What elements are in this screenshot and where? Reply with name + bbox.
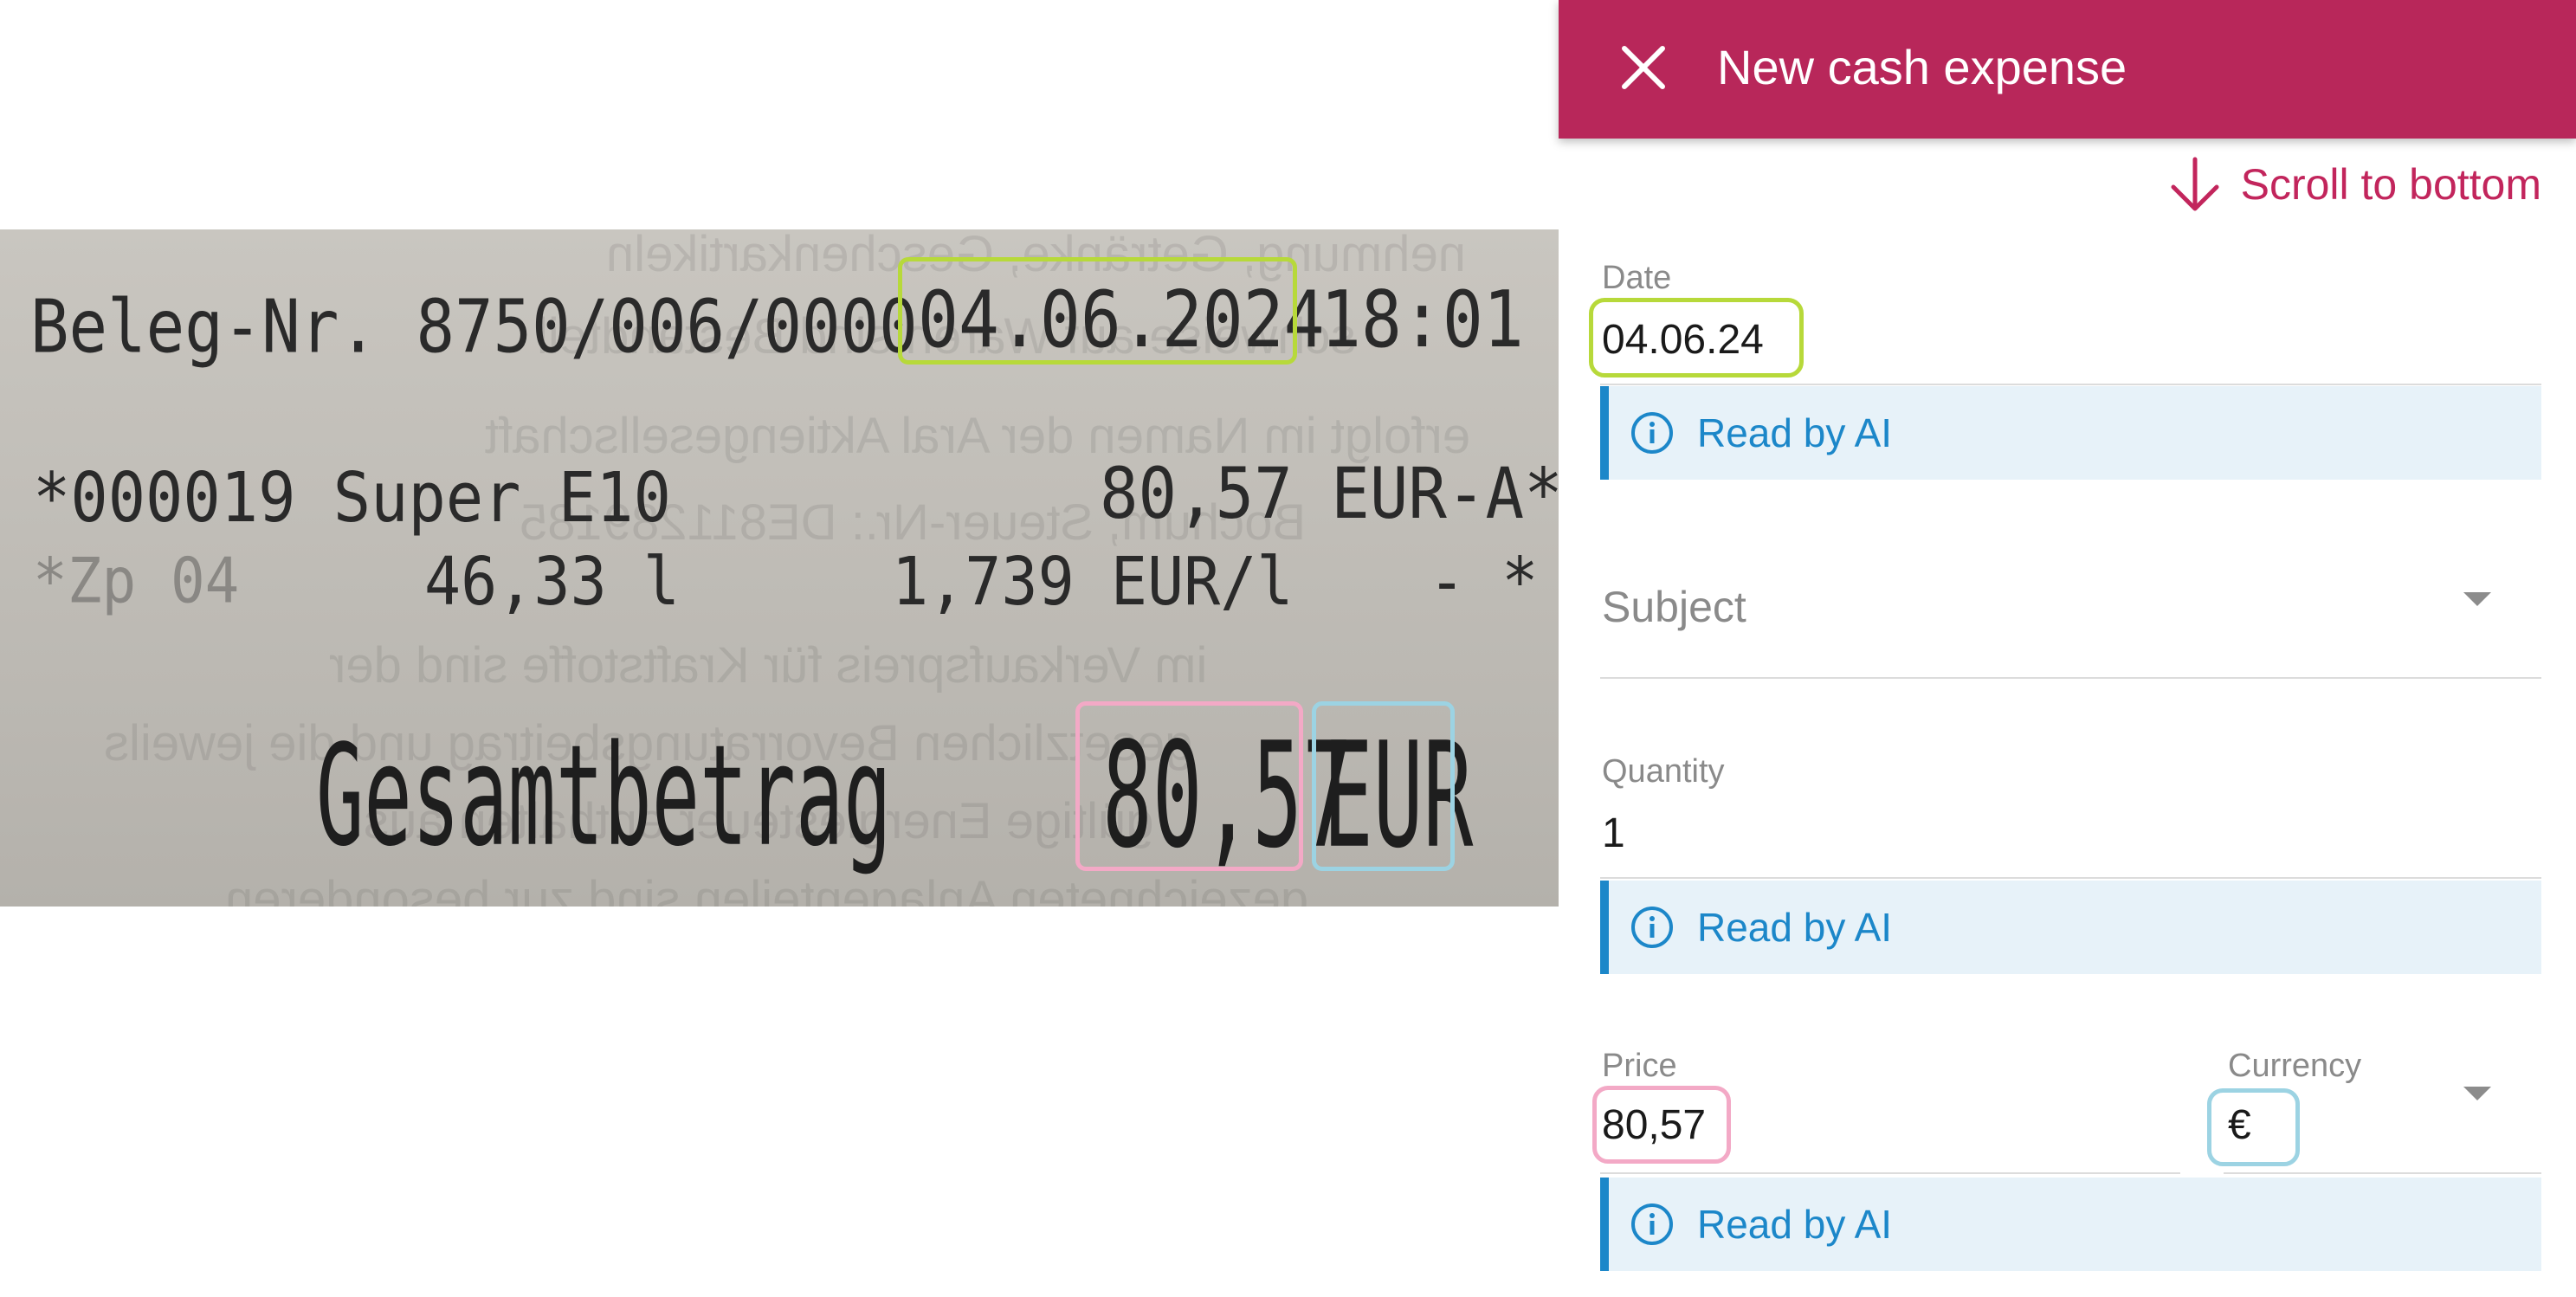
screen: nehmung, Getränke, Geschenkartikeln schw… [0,0,2576,1297]
subject-select[interactable]: Subject [1602,582,1746,632]
receipt-litres: 46,33 l [424,542,681,621]
price-underline [1600,1172,2180,1174]
receipt-time: 18:01 [1320,275,1524,365]
chevron-down-icon[interactable] [2463,592,2491,606]
date-ai-text: Read by AI [1697,410,1893,455]
receipt-item: *000019 Super E10 [33,457,671,538]
currency-underline [2224,1172,2541,1174]
date-highlight [898,257,1297,365]
receipt-total-label: Gesamtbetrag [316,715,892,878]
currency-field-highlight [2207,1088,2300,1166]
quantity-ai-text: Read by AI [1697,905,1893,950]
info-icon [1631,907,1673,948]
arrow-down-icon [2171,157,2219,211]
expense-form-panel: New cash expense Scroll to bottom Date 0… [1559,0,2576,1297]
date-field-highlight [1589,298,1804,377]
currency-label: Currency [2228,1048,2362,1084]
date-underline [1600,384,2541,385]
price-ai-note: Read by AI [1600,1178,2541,1271]
page-title: New cash expense [1717,40,2127,94]
scroll-to-bottom-link[interactable]: Scroll to bottom [2168,154,2541,215]
price-field-highlight [1592,1086,1731,1164]
info-icon [1631,412,1673,454]
receipt-photo: nehmung, Getränke, Geschenkartikeln schw… [0,229,1559,907]
receipt-bleed-text: im Verkaufspreis für Kraftstoffe sind de… [329,637,1208,694]
price-label: Price [1602,1048,1677,1084]
receipt-item-amount: 80,57 EUR-A* [1100,453,1559,535]
scroll-to-bottom-label: Scroll to bottom [2240,160,2541,209]
subject-underline [1600,677,2541,679]
quantity-input[interactable]: 1 [1602,810,1625,857]
date-ai-note: Read by AI [1600,386,2541,480]
app-bar: New cash expense [1559,0,2576,139]
receipt-pump: *Zp 04 [33,544,240,618]
receipt-number: Beleg-Nr. 8750/006/0000 [30,284,918,370]
date-label: Date [1602,260,1672,296]
info-icon [1631,1203,1673,1245]
receipt-unit-price: 1,739 EUR/l [892,542,1294,621]
receipt-flag: - * [1429,542,1539,621]
currency-highlight [1312,701,1455,871]
quantity-label: Quantity [1602,753,1725,790]
quantity-ai-note: Read by AI [1600,881,2541,974]
price-highlight [1075,701,1303,871]
close-icon[interactable] [1619,43,1668,92]
quantity-underline [1600,877,2541,879]
price-ai-text: Read by AI [1697,1202,1893,1247]
chevron-down-icon[interactable] [2463,1087,2491,1100]
